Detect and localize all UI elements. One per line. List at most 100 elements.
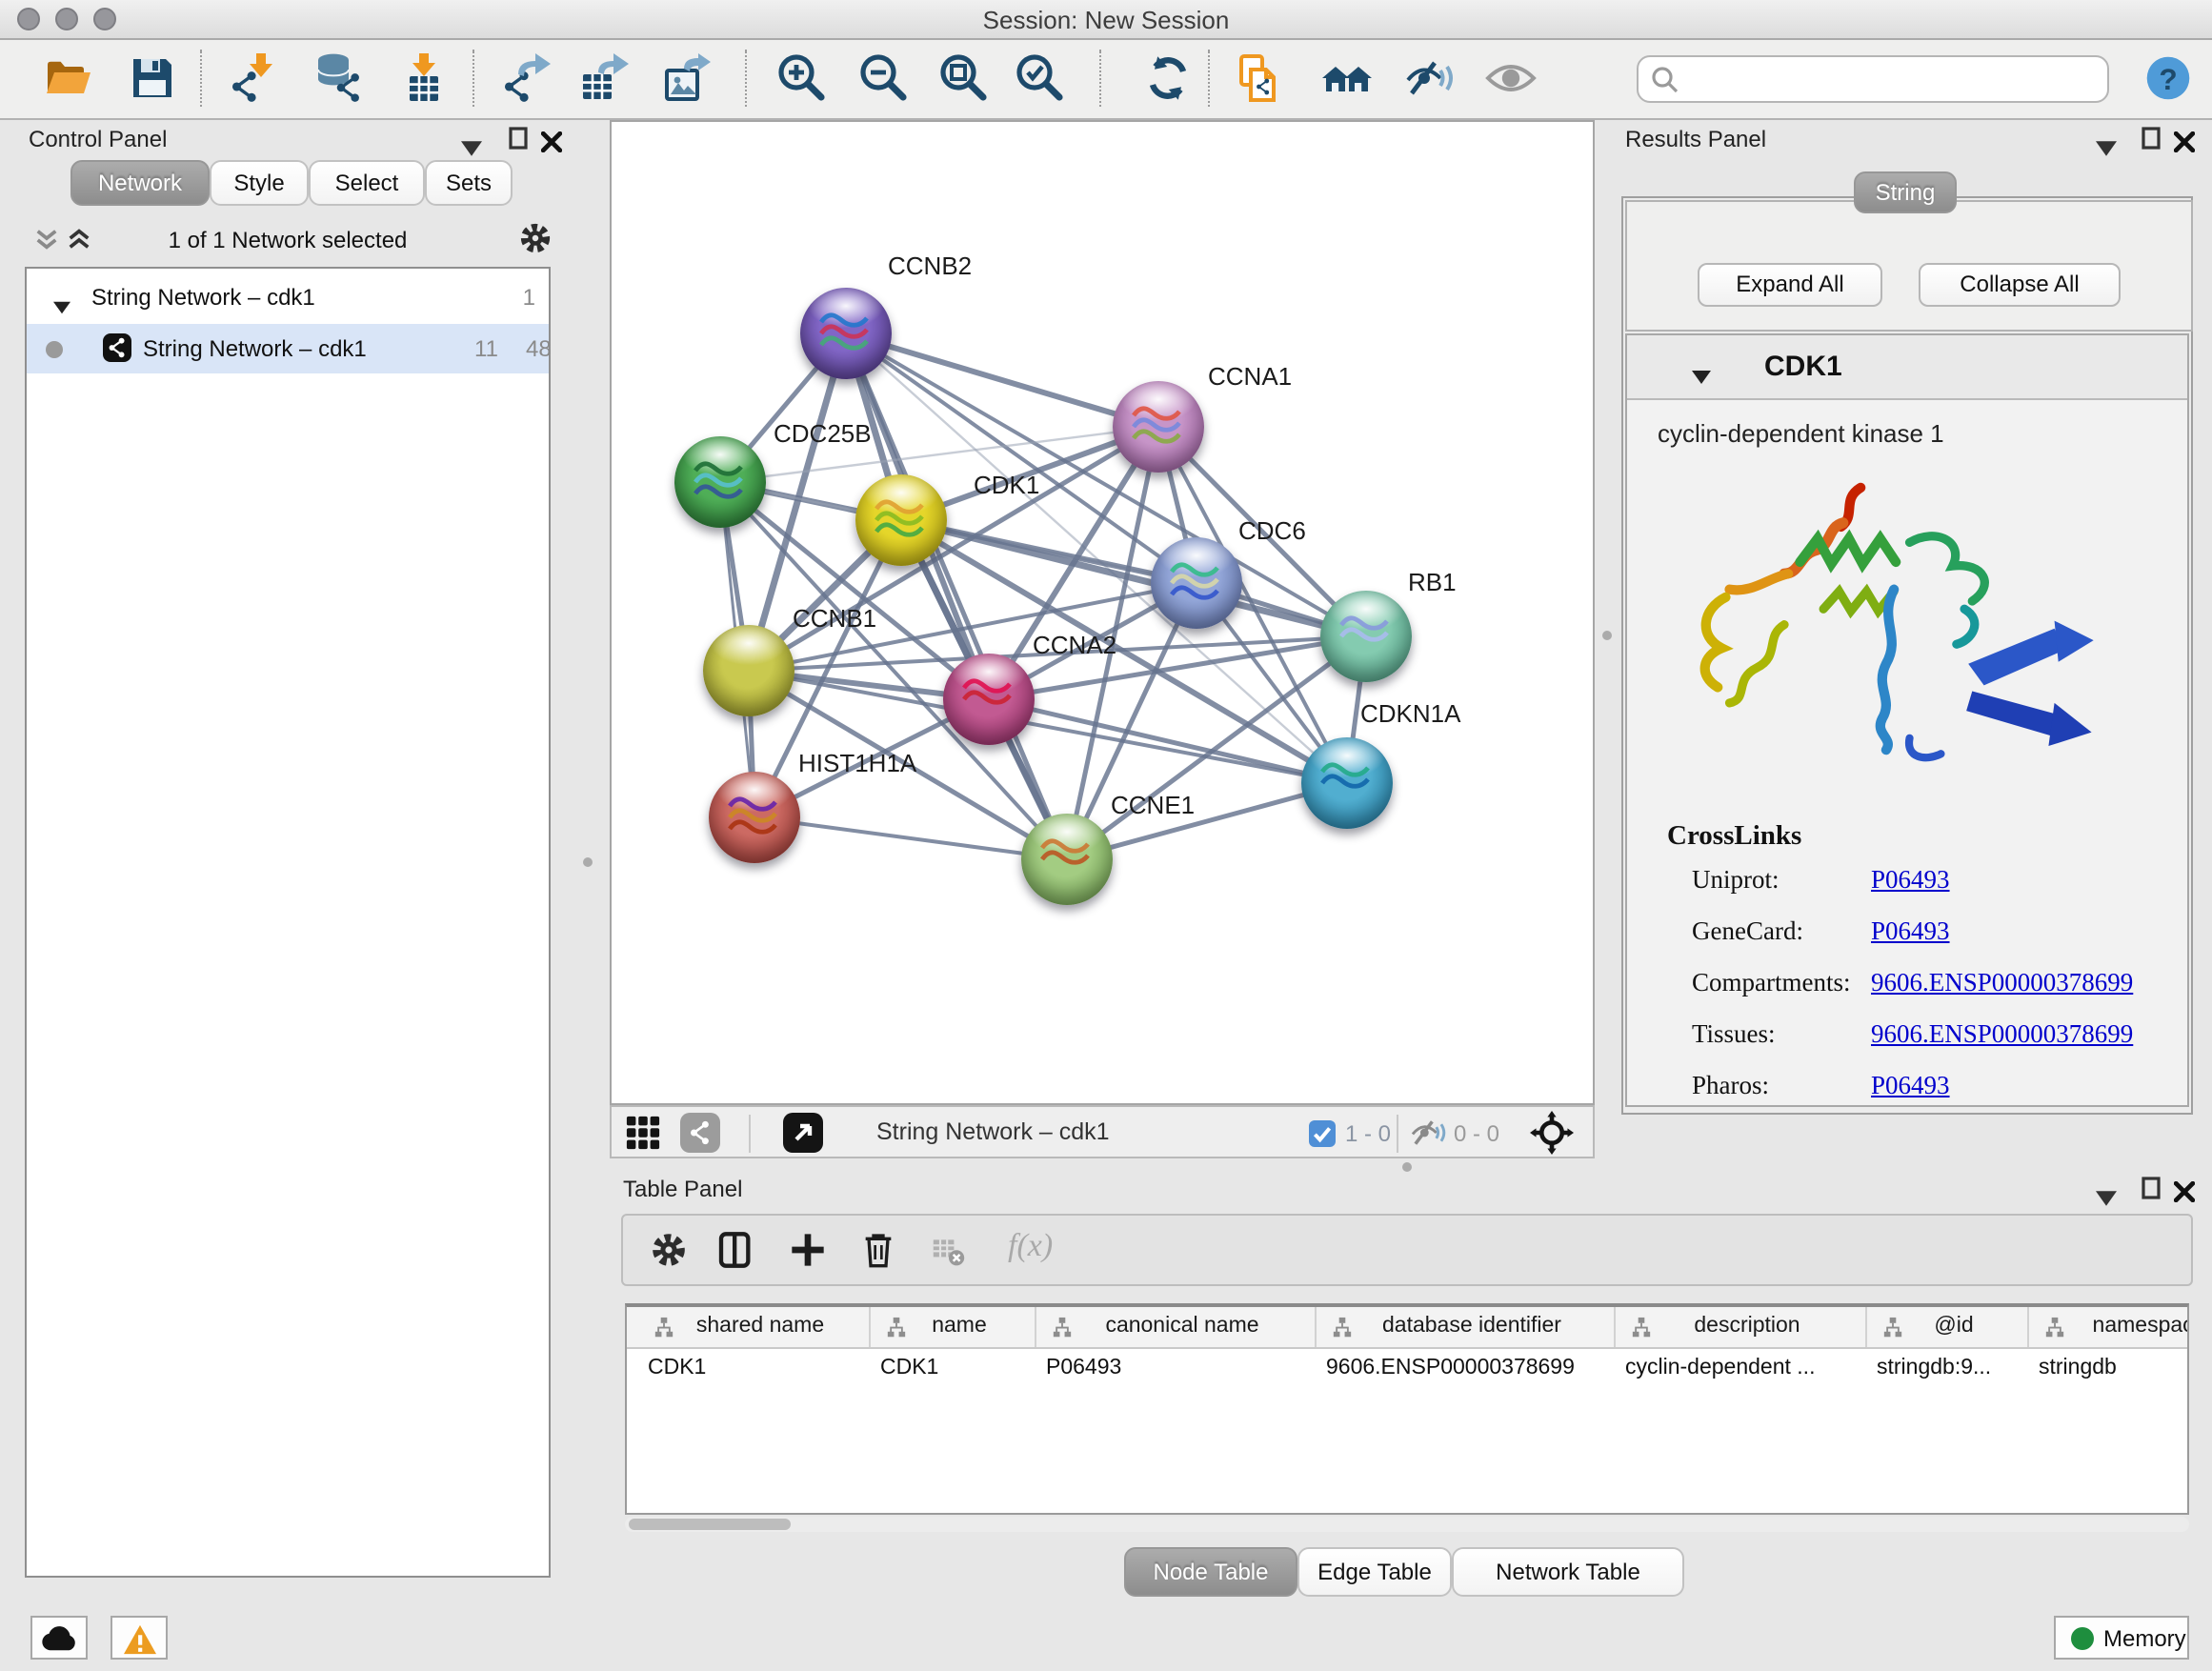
scrollbar-thumb[interactable] [629, 1519, 791, 1530]
selected-checkbox-icon[interactable] [1309, 1120, 1336, 1147]
column-header-shared-name[interactable]: shared name [644, 1307, 876, 1347]
network-node-CCNB1[interactable] [703, 625, 794, 716]
import-table-icon[interactable] [396, 51, 450, 105]
control-panel-close-icon[interactable] [541, 128, 562, 149]
export-table-icon[interactable] [577, 51, 631, 105]
hidden-elements-icon[interactable] [1410, 1118, 1446, 1147]
vertical-splitter-handle[interactable] [1602, 631, 1612, 640]
grid-view-icon[interactable] [625, 1115, 661, 1151]
control-panel-float-icon[interactable] [509, 126, 528, 151]
network-node-RB1[interactable] [1320, 591, 1412, 682]
crosslink-link[interactable]: P06493 [1871, 865, 1950, 896]
horizontal-splitter-handle[interactable] [1402, 1162, 1412, 1172]
function-builder-icon[interactable]: f(x) [1008, 1227, 1053, 1265]
vertical-splitter-handle[interactable] [583, 857, 593, 867]
zoom-fit-icon[interactable] [937, 51, 991, 105]
table-panel-close-icon[interactable] [2174, 1178, 2195, 1198]
tab-sets[interactable]: Sets [425, 160, 513, 206]
delete-column-icon[interactable] [859, 1231, 897, 1269]
string-view-icon[interactable] [680, 1113, 720, 1153]
column-header-database-identifier[interactable]: database identifier [1322, 1307, 1621, 1347]
column-divider[interactable] [1865, 1307, 1867, 1347]
network-node-CDK1[interactable] [855, 474, 947, 566]
results-panel-float-icon[interactable] [2142, 126, 2161, 151]
network-node-CDC25B[interactable] [674, 436, 766, 528]
table-cell-database-identifier[interactable]: 9606.ENSP00000378699 [1326, 1357, 1618, 1379]
save-session-icon[interactable] [126, 51, 179, 105]
hide-selected-icon[interactable] [1402, 51, 1456, 105]
table-gear-icon[interactable] [650, 1231, 688, 1269]
cloud-status-button[interactable] [30, 1616, 88, 1660]
tab-network[interactable]: Network [70, 160, 210, 206]
expand-all-button[interactable]: Expand All [1698, 263, 1882, 307]
export-image-icon[interactable] [659, 51, 713, 105]
column-header-name[interactable]: name [876, 1307, 1042, 1347]
column-header-canonical-name[interactable]: canonical name [1042, 1307, 1322, 1347]
zoom-in-icon[interactable] [775, 51, 829, 105]
help-icon[interactable]: ? [2143, 53, 2193, 103]
tab-select[interactable]: Select [309, 160, 425, 206]
memory-button[interactable]: Memory [2054, 1616, 2189, 1660]
create-column-icon[interactable] [789, 1231, 827, 1269]
network-collection-row[interactable]: String Network – cdk1 1 [27, 278, 549, 324]
search-field[interactable] [1637, 55, 2109, 103]
network-node-CCNE1[interactable] [1021, 814, 1113, 905]
network-node-CCNA1[interactable] [1113, 381, 1204, 473]
tab-string[interactable]: String [1854, 171, 1957, 213]
crosslink-link[interactable]: 9606.ENSP00000378699 [1871, 968, 2133, 998]
import-network-from-database-icon[interactable] [312, 51, 366, 105]
table-cell--id[interactable]: stringdb:9... [1877, 1357, 2031, 1379]
delete-table-icon[interactable] [932, 1235, 966, 1269]
refresh-icon[interactable] [1141, 51, 1195, 105]
open-in-new-window-icon[interactable] [783, 1113, 823, 1153]
open-session-icon[interactable] [42, 51, 95, 105]
table-panel-collapse-icon[interactable] [2096, 1181, 2117, 1197]
warning-status-button[interactable] [111, 1616, 168, 1660]
table-cell-canonical-name[interactable]: P06493 [1046, 1357, 1318, 1379]
collection-expand-icon[interactable] [53, 293, 70, 307]
search-input[interactable] [1688, 61, 2103, 101]
show-all-icon[interactable] [1484, 51, 1538, 105]
column-header-namespace[interactable]: namespace [2035, 1307, 2189, 1347]
table-horizontal-scrollbar[interactable] [625, 1517, 2189, 1532]
crosslink-link[interactable]: P06493 [1871, 1071, 1950, 1101]
tab-edge-table[interactable]: Edge Table [1297, 1547, 1452, 1597]
control-panel-collapse-icon[interactable] [461, 131, 482, 147]
network-row[interactable]: String Network – cdk1 11 48 [27, 324, 549, 373]
network-node-CDKN1A[interactable] [1301, 737, 1393, 829]
results-panel-collapse-icon[interactable] [2096, 131, 2117, 147]
export-network-icon[interactable] [499, 51, 553, 105]
birds-eye-view-icon[interactable] [1530, 1111, 1574, 1155]
network-edge-HIST1H1A-CCNE1[interactable] [754, 817, 1067, 859]
select-columns-icon[interactable] [716, 1231, 754, 1269]
table-panel-float-icon[interactable] [2142, 1176, 2161, 1200]
zoom-selected-icon[interactable] [1014, 51, 1067, 105]
network-node-CCNB2[interactable] [800, 288, 892, 379]
copy-network-icon[interactable] [1233, 51, 1286, 105]
gene-collapse-icon[interactable] [1692, 360, 1711, 375]
table-cell-namespace[interactable]: stringdb [2039, 1357, 2189, 1379]
tab-network-table[interactable]: Network Table [1452, 1547, 1684, 1597]
network-edge-CCNB2-CCNA1[interactable] [846, 333, 1158, 427]
column-divider[interactable] [2027, 1307, 2029, 1347]
tab-node-table[interactable]: Node Table [1124, 1547, 1297, 1597]
network-panel-gear-icon[interactable] [518, 221, 553, 255]
tab-style[interactable]: Style [210, 160, 309, 206]
first-neighbors-icon[interactable] [1320, 51, 1374, 105]
gene-header[interactable]: CDK1 [1627, 335, 2187, 400]
column-divider[interactable] [1315, 1307, 1317, 1347]
results-panel-close-icon[interactable] [2174, 128, 2195, 149]
column-divider[interactable] [869, 1307, 871, 1347]
crosslink-link[interactable]: 9606.ENSP00000378699 [1871, 1019, 2133, 1050]
column-header-description[interactable]: description [1621, 1307, 1873, 1347]
network-node-CDC6[interactable] [1151, 537, 1242, 629]
table-cell-name[interactable]: CDK1 [880, 1357, 1038, 1379]
zoom-out-icon[interactable] [857, 51, 911, 105]
table-cell-shared-name[interactable]: CDK1 [648, 1357, 873, 1379]
table-cell-description[interactable]: cyclin-dependent ... [1625, 1357, 1869, 1379]
import-network-from-file-icon[interactable] [227, 51, 280, 105]
column-divider[interactable] [1614, 1307, 1616, 1347]
network-canvas[interactable]: CCNB2CCNA1CDC25BCDK1CDC6RB1CCNB1CCNA2CDK… [610, 120, 1595, 1105]
column-header--id[interactable]: @id [1873, 1307, 2035, 1347]
collapse-all-button[interactable]: Collapse All [1919, 263, 2121, 307]
